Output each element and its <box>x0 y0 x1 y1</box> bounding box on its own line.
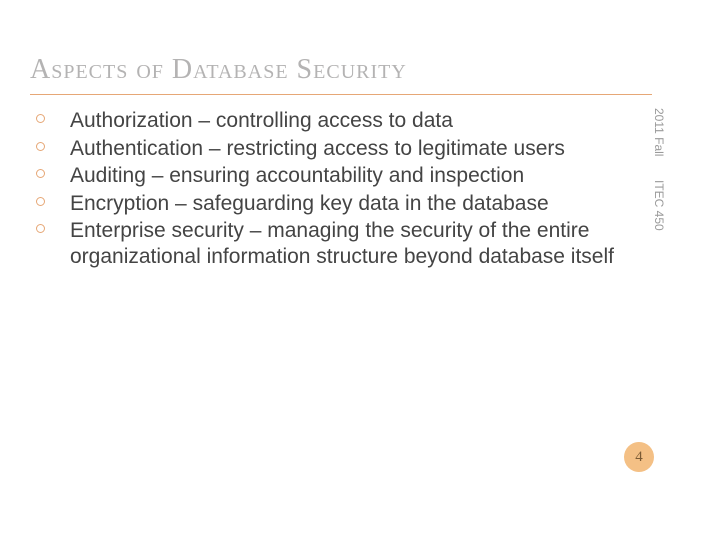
slide-title: Aspects of Database Security <box>30 54 407 86</box>
course-label: ITEC 450 <box>652 180 666 231</box>
bullet-list: Authorization – controlling access to da… <box>30 108 652 270</box>
circle-bullet-icon <box>36 224 45 233</box>
content-area: Authorization – controlling access to da… <box>30 108 652 272</box>
side-label: 2011 Fall ITEC 450 <box>652 108 672 278</box>
list-item: Encryption – safeguarding key data in th… <box>30 191 652 217</box>
list-item: Authentication – restricting access to l… <box>30 136 652 162</box>
title-rule <box>30 94 652 95</box>
list-item: Authorization – controlling access to da… <box>30 108 652 134</box>
bullet-text: Authorization – controlling access to da… <box>70 109 453 132</box>
bullet-text: Auditing – ensuring accountability and i… <box>70 164 524 187</box>
circle-bullet-icon <box>36 197 45 206</box>
circle-bullet-icon <box>36 114 45 123</box>
bullet-text: Enterprise security – managing the secur… <box>70 219 614 268</box>
list-item: Enterprise security – managing the secur… <box>30 218 652 269</box>
term-label: 2011 Fall <box>652 108 666 156</box>
bullet-text: Authentication – restricting access to l… <box>70 137 565 160</box>
page-number: 4 <box>624 442 654 472</box>
circle-bullet-icon <box>36 142 45 151</box>
bullet-text: Encryption – safeguarding key data in th… <box>70 192 549 215</box>
page-number-badge: 4 <box>624 442 654 472</box>
list-item: Auditing – ensuring accountability and i… <box>30 163 652 189</box>
circle-bullet-icon <box>36 169 45 178</box>
slide: Aspects of Database Security Authorizati… <box>0 0 720 540</box>
